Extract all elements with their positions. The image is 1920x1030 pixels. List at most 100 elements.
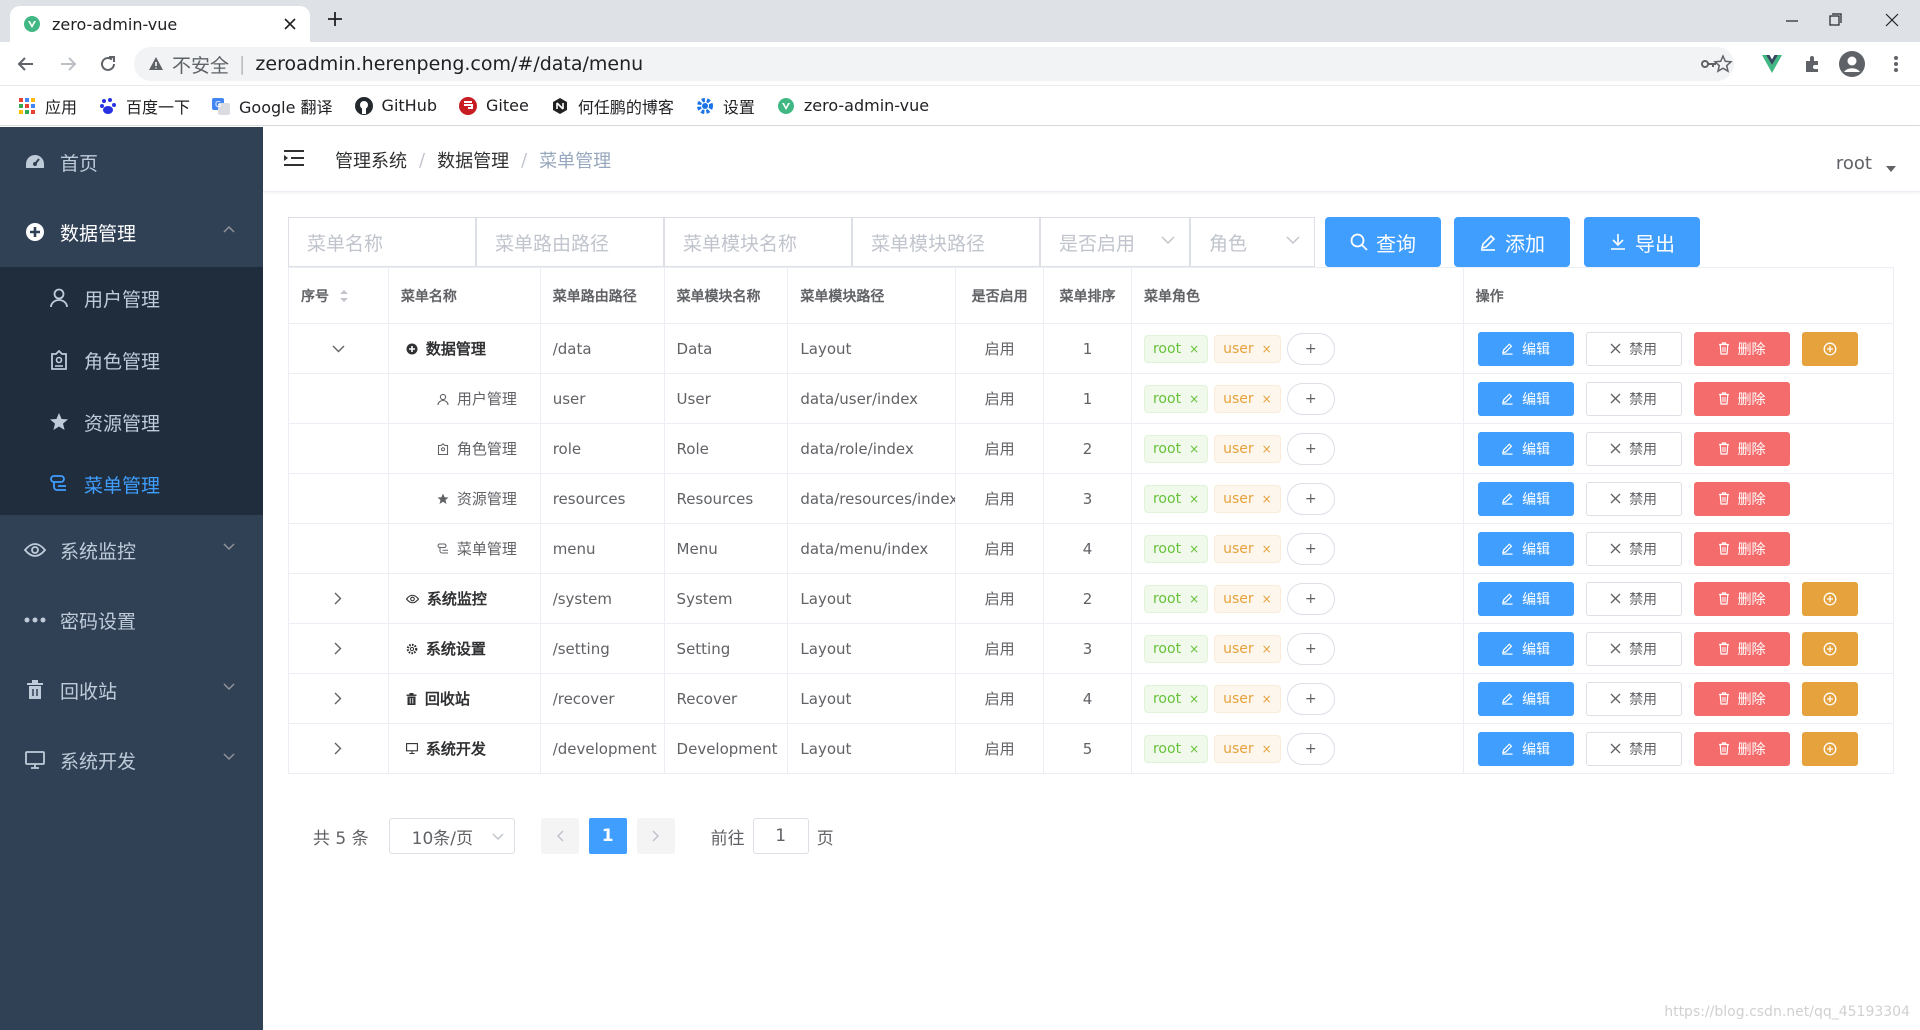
- tag-close-icon[interactable]: ×: [1262, 492, 1272, 506]
- edit-button[interactable]: 编辑: [1477, 681, 1574, 716]
- page-size-select[interactable]: 10条/页: [388, 818, 515, 854]
- tag-close-icon[interactable]: ×: [1189, 642, 1199, 656]
- sidebar-item-resources[interactable]: 资源管理: [0, 391, 263, 453]
- delete-button[interactable]: 删除: [1693, 631, 1790, 666]
- disable-button[interactable]: 禁用: [1585, 481, 1682, 516]
- disable-button[interactable]: 禁用: [1585, 531, 1682, 566]
- bookmark-zero-admin[interactable]: zero-admin-vue: [777, 96, 929, 115]
- tag-close-icon[interactable]: ×: [1262, 592, 1272, 606]
- disable-button[interactable]: 禁用: [1585, 381, 1682, 416]
- next-page-button[interactable]: [636, 818, 675, 854]
- sidebar-item-home[interactable]: 首页: [0, 127, 263, 197]
- add-role-button[interactable]: +: [1286, 532, 1335, 565]
- chevron-right-icon[interactable]: [334, 742, 342, 755]
- new-tab-button[interactable]: [326, 10, 344, 28]
- disable-button[interactable]: 禁用: [1585, 581, 1682, 616]
- disable-button[interactable]: 禁用: [1585, 681, 1682, 716]
- sidebar-item-data-mgmt[interactable]: 数据管理: [0, 197, 263, 267]
- sidebar-toggle-icon[interactable]: [283, 149, 305, 167]
- add-role-button[interactable]: +: [1286, 632, 1335, 665]
- delete-button[interactable]: 删除: [1693, 331, 1790, 366]
- add-role-button[interactable]: +: [1286, 582, 1335, 615]
- breadcrumb-item[interactable]: 数据管理: [437, 147, 509, 173]
- bookmark-baidu[interactable]: 百度一下: [99, 94, 190, 118]
- edit-button[interactable]: 编辑: [1477, 731, 1574, 766]
- add-child-button[interactable]: [1801, 681, 1858, 716]
- page-number-current[interactable]: 1: [588, 818, 627, 854]
- forward-button[interactable]: [52, 48, 84, 80]
- add-role-button[interactable]: +: [1286, 382, 1335, 415]
- add-child-button[interactable]: [1801, 581, 1858, 616]
- edit-button[interactable]: 编辑: [1477, 481, 1574, 516]
- sidebar-item-users[interactable]: 用户管理: [0, 267, 263, 329]
- minimize-button[interactable]: [1772, 4, 1812, 36]
- add-role-button[interactable]: +: [1286, 682, 1335, 715]
- disable-button[interactable]: 禁用: [1585, 431, 1682, 466]
- chevron-right-icon[interactable]: [334, 642, 342, 655]
- address-bar[interactable]: 不安全 | zeroadmin.herenpeng.com/#/data/men…: [134, 47, 1734, 81]
- sidebar-item-password[interactable]: 密码设置: [0, 585, 263, 655]
- chevron-right-icon[interactable]: [334, 592, 342, 605]
- module-path-input[interactable]: 菜单模块路径: [852, 217, 1040, 267]
- route-path-input[interactable]: 菜单路由路径: [476, 217, 664, 267]
- add-child-button[interactable]: [1801, 731, 1858, 766]
- tag-close-icon[interactable]: ×: [1189, 342, 1199, 356]
- bookmark-apps[interactable]: 应用: [18, 94, 77, 118]
- tag-close-icon[interactable]: ×: [1262, 742, 1272, 756]
- disable-button[interactable]: 禁用: [1585, 631, 1682, 666]
- add-role-button[interactable]: +: [1286, 732, 1335, 765]
- bookmark-google-translate[interactable]: G Google 翻译: [212, 94, 333, 118]
- delete-button[interactable]: 删除: [1693, 581, 1790, 616]
- menu-name-input[interactable]: 菜单名称: [288, 217, 476, 267]
- sort-icon[interactable]: [339, 289, 349, 303]
- edit-button[interactable]: 编辑: [1477, 431, 1574, 466]
- profile-avatar-icon[interactable]: [1836, 48, 1868, 80]
- tag-close-icon[interactable]: ×: [1189, 442, 1199, 456]
- tag-close-icon[interactable]: ×: [1262, 342, 1272, 356]
- vue-devtools-icon[interactable]: [1756, 48, 1788, 80]
- close-tab-icon[interactable]: [284, 18, 296, 30]
- add-button[interactable]: 添加: [1454, 217, 1570, 267]
- browser-menu-icon[interactable]: [1880, 48, 1912, 80]
- bookmark-star-icon[interactable]: [1707, 48, 1739, 80]
- enabled-select[interactable]: 是否启用: [1040, 217, 1190, 267]
- delete-button[interactable]: 删除: [1693, 431, 1790, 466]
- browser-tab[interactable]: zero-admin-vue: [10, 6, 310, 42]
- export-button[interactable]: 导出: [1584, 217, 1700, 267]
- edit-button[interactable]: 编辑: [1477, 631, 1574, 666]
- add-child-button[interactable]: [1801, 631, 1858, 666]
- maximize-button[interactable]: [1815, 4, 1855, 36]
- module-name-input[interactable]: 菜单模块名称: [664, 217, 852, 267]
- bookmark-settings[interactable]: 设置: [696, 94, 755, 118]
- tag-close-icon[interactable]: ×: [1189, 692, 1199, 706]
- sidebar-item-menus[interactable]: 菜单管理: [0, 453, 263, 515]
- user-dropdown[interactable]: root: [1836, 153, 1896, 174]
- tag-close-icon[interactable]: ×: [1189, 742, 1199, 756]
- close-window-button[interactable]: [1872, 4, 1912, 36]
- tag-close-icon[interactable]: ×: [1262, 542, 1272, 556]
- disable-button[interactable]: 禁用: [1585, 731, 1682, 766]
- delete-button[interactable]: 删除: [1693, 731, 1790, 766]
- sidebar-item-roles[interactable]: 角色管理: [0, 329, 263, 391]
- edit-button[interactable]: 编辑: [1477, 581, 1574, 616]
- role-select[interactable]: 角色: [1190, 217, 1315, 267]
- header-index[interactable]: 序号: [289, 268, 389, 323]
- reload-button[interactable]: [92, 48, 124, 80]
- disable-button[interactable]: 禁用: [1585, 331, 1682, 366]
- sidebar-item-monitor[interactable]: 系统监控: [0, 515, 263, 585]
- delete-button[interactable]: 删除: [1693, 681, 1790, 716]
- bookmark-github[interactable]: GitHub: [354, 96, 437, 115]
- tag-close-icon[interactable]: ×: [1189, 592, 1199, 606]
- chevron-right-icon[interactable]: [334, 692, 342, 705]
- add-child-button[interactable]: [1801, 331, 1858, 366]
- tag-close-icon[interactable]: ×: [1262, 642, 1272, 656]
- tag-close-icon[interactable]: ×: [1189, 392, 1199, 406]
- prev-page-button[interactable]: [540, 818, 579, 854]
- add-role-button[interactable]: +: [1286, 432, 1335, 465]
- sidebar-item-dev[interactable]: 系统开发: [0, 725, 263, 795]
- breadcrumb-item[interactable]: 管理系统: [335, 147, 407, 173]
- bookmark-gitee[interactable]: Gitee: [459, 96, 529, 115]
- chevron-down-icon[interactable]: [332, 345, 345, 353]
- sidebar-item-recycle[interactable]: 回收站: [0, 655, 263, 725]
- extensions-icon[interactable]: [1796, 48, 1828, 80]
